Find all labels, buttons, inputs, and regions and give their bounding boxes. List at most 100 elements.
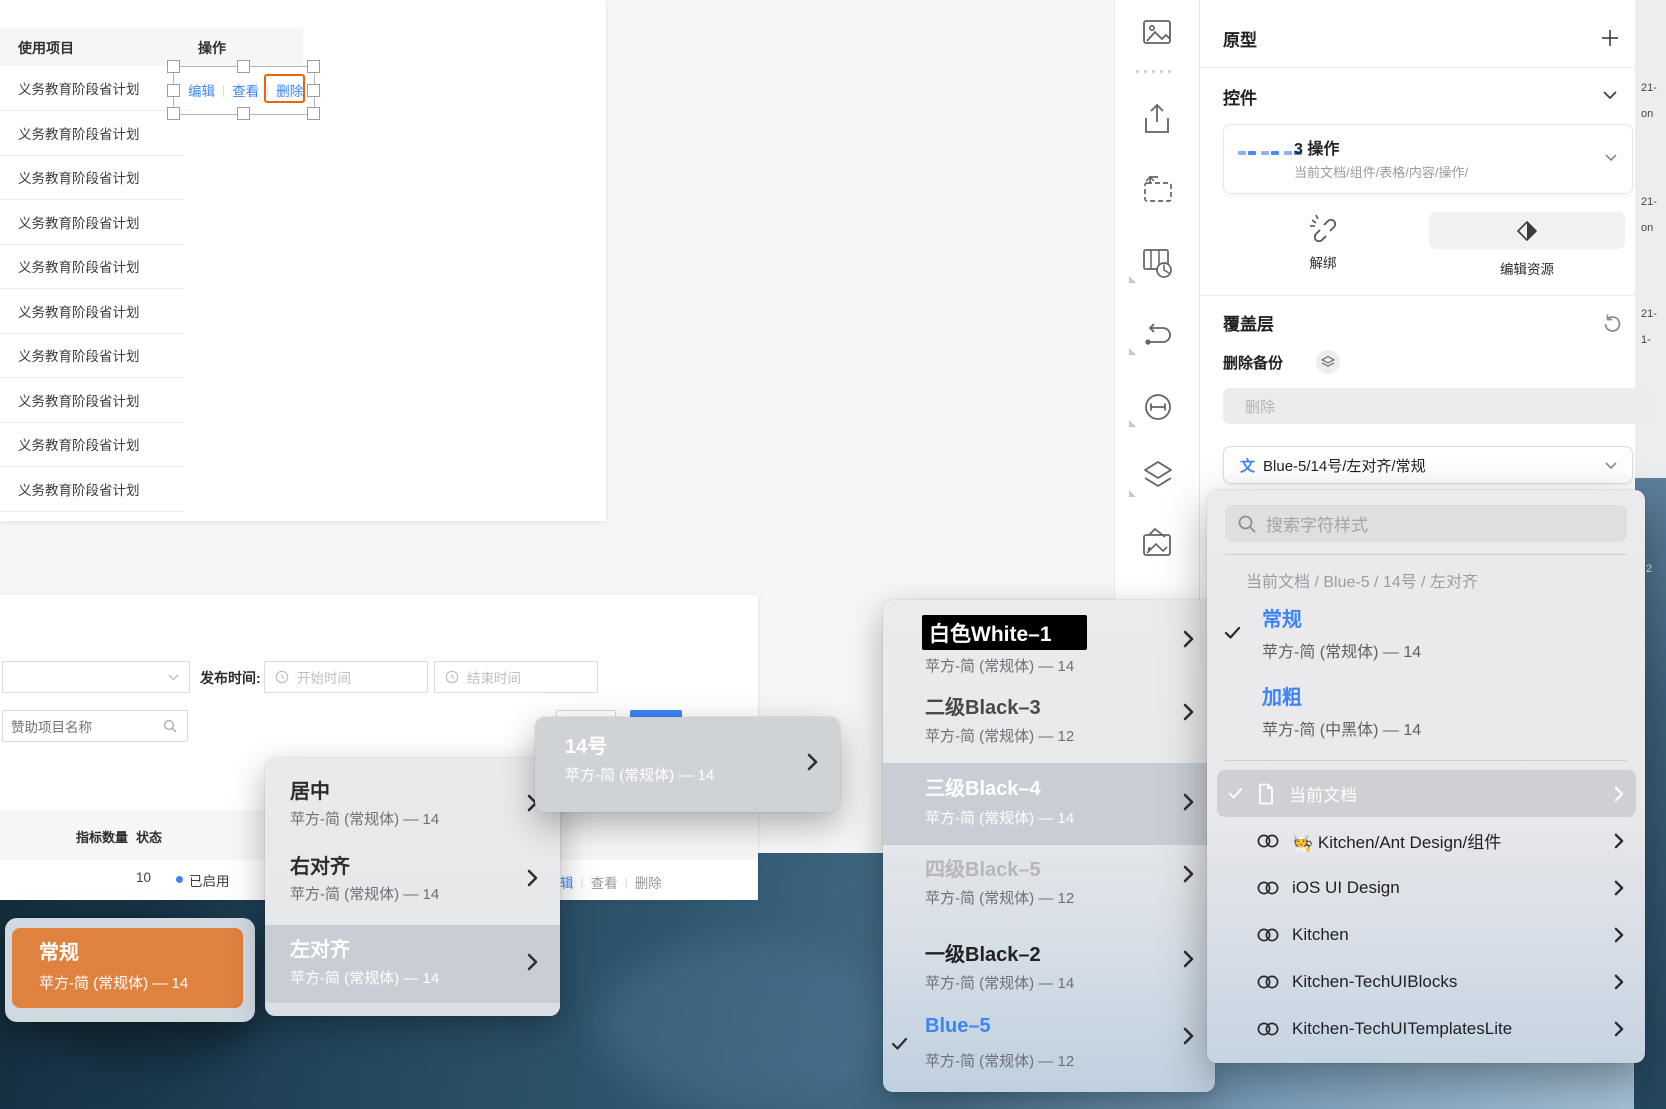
menu-item-title: 右对齐 <box>290 850 350 879</box>
chevron-right-icon <box>1183 703 1194 721</box>
menu-item-subtitle: 苹方-简 (常规体) — 12 <box>925 887 1074 908</box>
edit-link-partial[interactable]: 辑 <box>560 872 574 892</box>
selection-handle[interactable] <box>167 84 180 97</box>
selection-handle[interactable] <box>307 84 320 97</box>
cutoff-text: on <box>1641 222 1653 234</box>
component-card[interactable]: 3 操作 当前文档/组件/表格/内容/操作/ <box>1223 124 1633 194</box>
anchor-point-icon[interactable] <box>1141 390 1175 424</box>
link-icon <box>1256 879 1280 897</box>
layers-tool-icon[interactable] <box>1141 458 1175 492</box>
asset-palette-icon[interactable] <box>1141 527 1175 561</box>
table-row: 义务教育阶段省计划 <box>0 466 184 512</box>
chevron-down-icon[interactable] <box>1604 153 1618 162</box>
cell-usage: 义务教育阶段省计划 <box>18 212 140 232</box>
library-kitchen-techuiblocks[interactable]: Kitchen-TechUIBlocks <box>1217 958 1636 1005</box>
component-diamond-icon <box>1516 220 1538 242</box>
menu-item-subtitle: 苹方-简 (常规体) — 12 <box>925 725 1074 746</box>
table-row: 义务教育阶段省计划 <box>0 66 190 111</box>
library-kitchen-ant-design[interactable]: 🧑‍🍳 Kitchen/Ant Design/组件 <box>1217 817 1636 864</box>
table-row: 义务教育阶段省计划 <box>0 422 184 467</box>
menu-item-title: 左对齐 <box>290 933 350 962</box>
selection-handle[interactable] <box>167 60 180 73</box>
selection-handle[interactable] <box>237 107 250 120</box>
cutoff-text: on <box>1641 108 1653 120</box>
unbind-button[interactable]: 解绑 <box>1295 210 1351 272</box>
style-search-placeholder: 搜索字符样式 <box>1266 511 1368 536</box>
start-time-input[interactable]: 开始时间 <box>264 661 428 693</box>
unlink-icon <box>1308 210 1338 242</box>
export-icon[interactable] <box>1141 102 1173 136</box>
menu-item-black-2[interactable]: 一级Black–2 苹方-简 (常规体) — 14 <box>883 935 1215 1010</box>
filter-select[interactable] <box>2 661 190 693</box>
selection-handle[interactable] <box>167 107 180 120</box>
chevron-down-icon[interactable] <box>1602 90 1618 100</box>
library-label: Kitchen-TechUITemplatesLite <box>1292 1019 1512 1039</box>
chevron-down-icon <box>168 674 179 681</box>
add-prototype-icon[interactable] <box>1600 28 1620 48</box>
style-search-input[interactable]: 搜索字符样式 <box>1225 505 1627 542</box>
library-label: 当前文档 <box>1289 781 1357 806</box>
menu-item-left-align[interactable]: 左对齐 苹方-简 (常规体) — 14 <box>265 925 560 1003</box>
layers-badge-icon[interactable] <box>1316 350 1340 374</box>
text-style-value: Blue-5/14号/左对齐/常规 <box>1263 455 1426 476</box>
menu-item-right-align[interactable]: 右对齐 苹方-简 (常规体) — 14 <box>265 847 560 922</box>
widget-tool-icon[interactable] <box>1141 246 1175 280</box>
end-time-input[interactable]: 结束时间 <box>434 661 598 693</box>
link-separator: | <box>574 875 591 889</box>
slice-tool-icon[interactable] <box>1141 174 1175 206</box>
cutoff-text: 21- <box>1641 308 1657 320</box>
menu-item-title: 二级Black–3 <box>925 691 1041 720</box>
flow-connector-icon[interactable] <box>1141 320 1175 350</box>
more-tools-dots-icon[interactable] <box>1136 70 1171 73</box>
link-icon <box>1256 832 1280 850</box>
font-weight-item-regular[interactable]: 常规 苹方-简 (常规体) — 14 <box>12 928 243 1008</box>
menu-item-subtitle: 苹方-简 (常规体) — 14 <box>290 883 439 904</box>
menu-item-blue-5[interactable]: Blue–5 苹方-简 (常规体) — 12 <box>883 1012 1215 1087</box>
library-current-document[interactable]: 当前文档 <box>1217 770 1636 817</box>
view-link[interactable]: 查看 <box>591 872 618 892</box>
component-path: 当前文档/组件/表格/内容/操作/ <box>1294 162 1468 181</box>
style-option-bold[interactable]: 加粗 苹方-简 (中黑体) — 14 <box>1207 676 1645 748</box>
style-option-title: 加粗 <box>1262 681 1302 710</box>
table-row: 义务教育阶段省计划 <box>0 333 184 378</box>
menu-item-black-3[interactable]: 二级Black–3 苹方-简 (常规体) — 12 <box>883 688 1215 763</box>
menu-item-black-4[interactable]: 三级Black–4 苹方-简 (常规体) — 14 <box>883 763 1215 845</box>
menu-item-subtitle: 苹方-简 (常规体) — 14 <box>565 764 714 785</box>
alignment-menu: 居中 苹方-简 (常规体) — 14 右对齐 苹方-简 (常规体) — 14 左… <box>265 758 560 1016</box>
reset-overlay-icon[interactable] <box>1600 312 1624 336</box>
library-kitchen-techuitemplateslite[interactable]: Kitchen-TechUITemplatesLite <box>1217 1005 1636 1052</box>
text-style-selector[interactable]: 文 Blue-5/14号/左对齐/常规 <box>1223 446 1633 484</box>
selection-handle[interactable] <box>307 107 320 120</box>
library-ios-ui-design[interactable]: iOS UI Design <box>1217 864 1636 911</box>
image-tool-icon[interactable] <box>1141 16 1173 48</box>
library-label: Kitchen-TechUIBlocks <box>1292 972 1457 992</box>
style-option-subtitle: 苹方-简 (中黑体) — 14 <box>1262 716 1421 740</box>
menu-item-center[interactable]: 居中 苹方-简 (常规体) — 14 <box>265 772 560 847</box>
menu-item-14[interactable]: 14号 苹方-简 (常规体) — 14 <box>535 717 840 812</box>
chevron-right-icon <box>1183 950 1194 968</box>
project-name-value: 赞助项目名称 <box>11 716 92 736</box>
menu-item-black-5[interactable]: 四级Black–5 苹方-简 (常规体) — 12 <box>883 850 1215 925</box>
chevron-right-icon <box>1614 974 1624 990</box>
selection-handle[interactable] <box>237 60 250 73</box>
table-row: 义务教育阶段省计划 <box>0 110 184 156</box>
table-header-row: 使用项目 操作 <box>0 27 303 66</box>
menu-item-white-1[interactable]: 白色White–1 苹方-简 (常规体) — 14 <box>883 610 1215 685</box>
project-name-input[interactable]: 赞助项目名称 <box>2 710 188 742</box>
delete-link[interactable]: 删除 <box>635 872 662 892</box>
overlay-delete-input[interactable]: 删除 <box>1223 388 1653 424</box>
library-kitchen[interactable]: Kitchen <box>1217 911 1636 958</box>
edit-resource-button[interactable] <box>1429 212 1625 249</box>
link-icon <box>1256 1020 1280 1038</box>
style-option-title: 常规 <box>1262 603 1302 632</box>
chevron-right-icon <box>527 869 538 887</box>
text-style-icon: 文 <box>1240 455 1255 476</box>
divider <box>1225 554 1627 555</box>
style-option-regular[interactable]: 常规 苹方-简 (常规体) — 14 <box>1207 598 1645 670</box>
menu-item-subtitle: 苹方-简 (常规体) — 14 <box>290 808 439 829</box>
link-icon <box>1256 926 1280 944</box>
cell-usage: 义务教育阶段省计划 <box>18 390 140 410</box>
selection-handle[interactable] <box>307 60 320 73</box>
cutoff-text: 21- <box>1641 82 1657 94</box>
chevron-right-icon <box>1614 880 1624 896</box>
